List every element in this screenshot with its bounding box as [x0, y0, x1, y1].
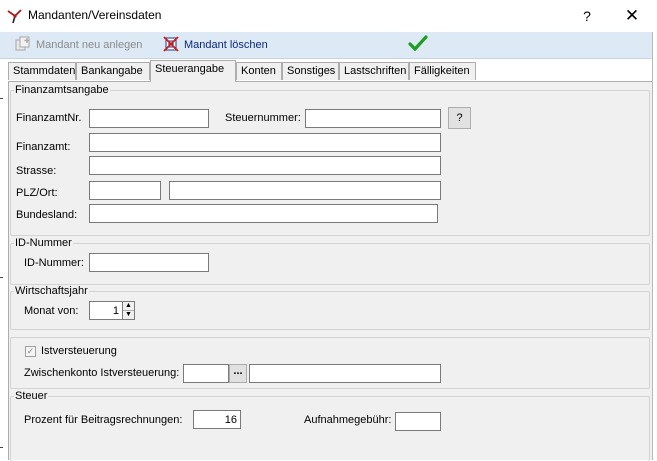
delete-client-label: Mandant löschen — [184, 39, 268, 51]
bundesland-input[interactable] — [89, 204, 438, 223]
tab-faelligkeiten[interactable]: Fälligkeiten — [409, 62, 476, 80]
finanzamt-legend: Finanzamtsangabe — [15, 84, 109, 96]
monat-von-spinner[interactable]: ▲ ▼ — [123, 301, 135, 320]
plz-input[interactable] — [89, 181, 161, 200]
zwischenkonto-label: Zwischenkonto Istversteuerung: — [24, 367, 180, 379]
ok-button[interactable] — [408, 34, 428, 56]
istversteuerung-label: Istversteuerung — [41, 345, 117, 357]
frame-mark — [0, 447, 3, 448]
app-logo-icon — [6, 8, 24, 24]
steuernummer-label: Steuernummer: — [225, 112, 301, 124]
help-button[interactable]: ? — [574, 4, 600, 28]
tab-stammdaten[interactable]: Stammdaten — [8, 62, 76, 80]
delete-client-button[interactable]: Mandant löschen — [162, 35, 268, 55]
id-nummer-label: ID-Nummer: — [24, 257, 84, 269]
new-client-button[interactable]: Mandant neu anlegen — [14, 35, 142, 55]
wirtschaftsjahr-legend: Wirtschaftsjahr — [15, 285, 88, 297]
finanzamt-nr-label: FinanzamtNr. — [16, 112, 82, 124]
tab-bankangabe[interactable]: Bankangabe — [76, 62, 150, 80]
toolbar: Mandant neu anlegen Mandant löschen — [0, 32, 652, 59]
steuer-legend: Steuer — [15, 390, 48, 402]
monat-von-label: Monat von: — [24, 305, 79, 317]
finanzamt-name-label: Finanzamt: — [16, 141, 71, 153]
strasse-input[interactable] — [89, 156, 441, 175]
aufnahmegebuehr-label: Aufnahmegebühr: — [304, 414, 392, 426]
zwischenkonto-input[interactable] — [183, 364, 229, 383]
steuernummer-input[interactable] — [305, 109, 441, 128]
finanzamt-nr-input[interactable] — [89, 109, 209, 128]
tab-steuerangabe[interactable]: Steuerangabe — [150, 60, 236, 82]
plz-ort-label: PLZ/Ort: — [16, 187, 58, 199]
tab-panel-steuerangabe: Finanzamtsangabe FinanzamtNr. Steuernumm… — [8, 81, 652, 461]
spin-up-icon[interactable]: ▲ — [123, 302, 134, 311]
tab-strip: Stammdaten Bankangabe Steuerangabe Konte… — [8, 60, 652, 82]
prozent-input[interactable] — [193, 410, 241, 429]
window-frame — [652, 32, 657, 460]
id-nummer-legend: ID-Nummer — [15, 237, 72, 249]
finanzamt-name-input[interactable] — [89, 133, 441, 152]
frame-mark — [0, 98, 3, 99]
id-nummer-input[interactable] — [89, 253, 209, 272]
monat-von-input[interactable] — [89, 301, 123, 320]
new-document-icon — [14, 36, 32, 55]
close-button[interactable]: ✕ — [618, 4, 646, 28]
aufnahmegebuehr-input[interactable] — [395, 412, 441, 431]
spin-down-icon[interactable]: ▼ — [123, 311, 134, 319]
strasse-label: Strasse: — [16, 165, 57, 177]
prozent-label: Prozent für Beitragsrechnungen: — [24, 414, 183, 426]
ort-input[interactable] — [169, 181, 441, 200]
title-bar: Mandanten/Vereinsdaten ? ✕ — [0, 0, 657, 32]
tab-konten[interactable]: Konten — [236, 62, 282, 80]
new-client-label: Mandant neu anlegen — [36, 39, 143, 51]
istversteuerung-checkbox[interactable]: ✓ — [25, 346, 36, 357]
bundesland-label: Bundesland: — [16, 209, 78, 221]
zwischenkonto-browse-button[interactable]: ... — [229, 364, 247, 383]
zwischenkonto-name-input[interactable] — [249, 364, 441, 383]
checkmark-icon — [408, 34, 428, 56]
window-title: Mandanten/Vereinsdaten — [28, 8, 162, 22]
frame-mark — [0, 277, 3, 278]
delete-document-icon — [162, 35, 180, 55]
tab-lastschriften[interactable]: Lastschriften — [339, 62, 409, 80]
finanzamt-lookup-button[interactable]: ? — [448, 107, 471, 129]
tab-sonstiges[interactable]: Sonstiges — [282, 62, 339, 80]
